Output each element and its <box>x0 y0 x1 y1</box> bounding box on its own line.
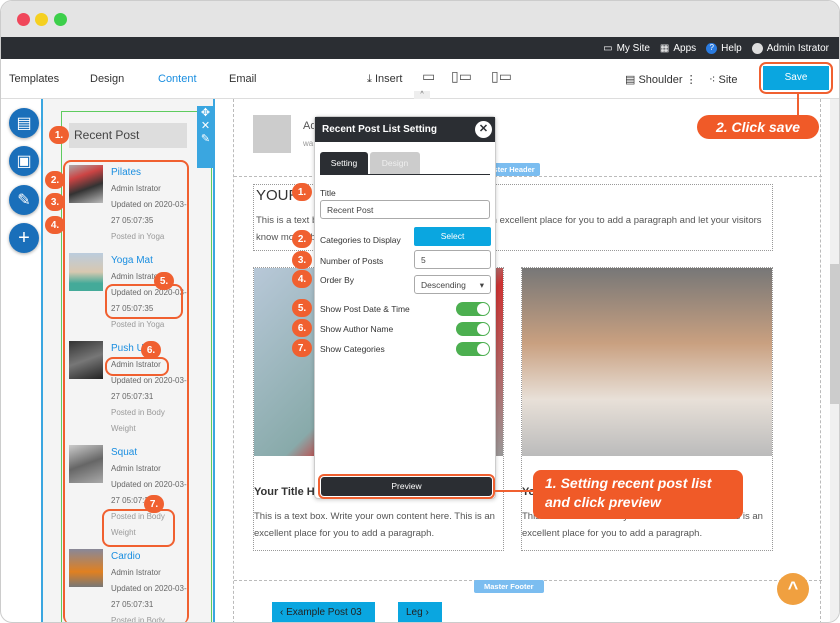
top-bar: ▭ My Site ▦ Apps ? Help Admin Istrator <box>1 37 839 59</box>
shoulder-menu[interactable]: ▤ Shoulder ⋮ <box>625 73 697 86</box>
show-categories-label: Show Categories <box>320 344 385 354</box>
collapse-toolbar-icon[interactable]: ^ <box>414 91 430 99</box>
categories-label: Categories to Display <box>320 235 401 245</box>
modal-badge-4: 4. <box>292 270 312 288</box>
badge-5: 5. <box>154 272 174 290</box>
settings-modal: Recent Post List Setting ✕ Setting Desig… <box>314 116 496 499</box>
category-highlight <box>102 509 175 547</box>
help-icon: ? <box>706 42 718 54</box>
tab-templates[interactable]: Templates <box>9 73 59 85</box>
badge-2: 2. <box>45 171 65 189</box>
minimize-window-button[interactable] <box>35 13 48 26</box>
column-paragraph: This is a text box. Write your own conte… <box>254 511 495 539</box>
download-icon: ⤓ <box>367 73 372 85</box>
posts-highlight <box>63 160 189 622</box>
help-link[interactable]: ? Help <box>706 42 742 54</box>
apps-link[interactable]: ▦ Apps <box>660 43 696 54</box>
modal-badge-7: 7. <box>292 339 312 357</box>
save-connector <box>797 94 799 116</box>
modal-badge-1: 1. <box>292 183 312 201</box>
badge-6: 6. <box>141 341 161 359</box>
click-save-callout: 2. Click save <box>697 115 819 139</box>
show-date-toggle[interactable] <box>456 302 490 316</box>
site-menu[interactable]: ⁖ Site <box>709 73 737 86</box>
device-tablet-icon[interactable]: ▯▭ <box>451 68 472 85</box>
layout-icon[interactable]: ▤ <box>9 108 39 138</box>
modal-badge-5: 5. <box>292 299 312 317</box>
title-label: Title <box>320 188 336 198</box>
tab-setting[interactable]: Setting <box>320 152 368 174</box>
grid-icon: ▦ <box>659 42 670 54</box>
editor-toolbar: Templates Design Content Email ⤓ Insert … <box>1 59 839 99</box>
next-post-button[interactable]: Leg › <box>398 602 442 622</box>
number-of-posts-label: Number of Posts <box>320 256 384 266</box>
show-author-toggle[interactable] <box>456 322 490 336</box>
widget-tools: ✥ ✕ ✎ <box>197 106 214 168</box>
preview-button[interactable]: Preview <box>321 477 492 496</box>
title-input[interactable]: Recent Post <box>320 200 490 219</box>
badge-4: 4. <box>45 216 65 234</box>
user-menu[interactable]: Admin Istrator <box>751 42 829 54</box>
number-of-posts-input[interactable]: 5 <box>414 250 491 269</box>
move-icon[interactable]: ✥ <box>197 106 214 119</box>
close-modal-icon[interactable]: ✕ <box>475 121 492 138</box>
close-window-button[interactable] <box>17 13 30 26</box>
device-desktop-icon[interactable]: ▭ <box>422 68 435 85</box>
modal-tabs: Setting Design <box>320 152 490 175</box>
preview-callout: 1. Setting recent post list and click pr… <box>533 470 743 519</box>
modal-header: Recent Post List Setting <box>315 117 495 142</box>
save-button[interactable]: Save <box>763 66 829 90</box>
trainer-image <box>522 268 772 456</box>
show-author-label: Show Author Name <box>320 324 394 334</box>
browser-window: ▭ My Site ▦ Apps ? Help Admin Istrator Temp… <box>0 0 840 623</box>
tab-design[interactable]: Design <box>370 152 420 174</box>
tab-design[interactable]: Design <box>90 73 124 85</box>
scroll-top-button[interactable]: ^ <box>777 573 809 605</box>
device-mobile-icon[interactable]: ▯▭ <box>491 68 512 85</box>
tab-email[interactable]: Email <box>229 73 257 85</box>
add-icon[interactable]: + <box>9 223 39 253</box>
author-sub: wa <box>303 139 314 148</box>
tab-content[interactable]: Content <box>158 73 197 85</box>
title-bar <box>1 1 839 37</box>
badge-1: 1. <box>49 126 69 144</box>
modal-badge-2: 2. <box>292 230 312 248</box>
date-highlight <box>105 284 183 319</box>
close-icon[interactable]: ✕ <box>197 119 214 132</box>
edit-list-icon[interactable]: ✎ <box>9 185 39 215</box>
preview-connector <box>495 490 533 492</box>
modal-title: Recent Post List Setting <box>322 124 438 135</box>
edit-icon[interactable]: ✎ <box>197 132 214 145</box>
show-categories-toggle[interactable] <box>456 342 490 356</box>
modal-badge-3: 3. <box>292 251 312 269</box>
maximize-window-button[interactable] <box>54 13 67 26</box>
modal-badge-6: 6. <box>292 319 312 337</box>
sitemap-icon: ⁖ <box>709 74 716 86</box>
show-date-label: Show Post Date & Time <box>320 304 410 314</box>
order-by-select[interactable]: Descending ▾ <box>414 275 491 294</box>
widget-title: Recent Post <box>69 123 187 148</box>
insert-button[interactable]: ⤓ Insert <box>367 73 402 86</box>
prev-post-button[interactable]: ‹ Example Post 03 <box>272 602 375 622</box>
dropdown-arrow-icon: ▾ <box>479 280 484 290</box>
scrollbar-thumb[interactable] <box>830 264 839 404</box>
badge-3: 3. <box>45 193 65 211</box>
badge-7: 7. <box>144 495 164 513</box>
master-footer-label: Master Footer <box>474 580 544 593</box>
page-icon: ▤ <box>625 74 636 86</box>
browser-icon: ▭ <box>603 42 613 54</box>
avatar-icon <box>751 42 763 54</box>
scrollbar[interactable] <box>830 99 839 622</box>
author-highlight <box>105 357 169 376</box>
select-categories-button[interactable]: Select <box>414 227 491 246</box>
my-site-link[interactable]: ▭ My Site <box>603 43 650 54</box>
save-disk-icon[interactable]: ▣ <box>9 146 39 176</box>
author-avatar <box>253 115 291 153</box>
order-by-label: Order By <box>320 275 355 285</box>
